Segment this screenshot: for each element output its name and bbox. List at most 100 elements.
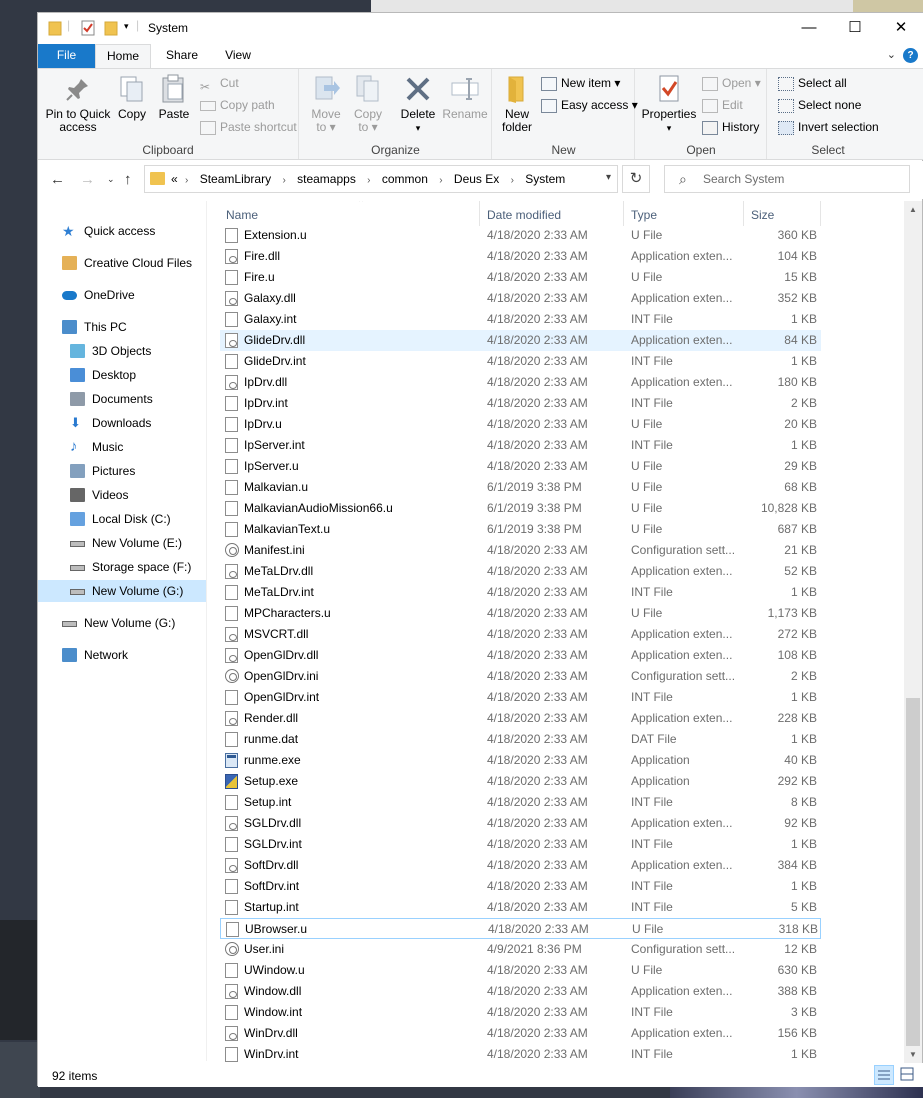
breadcrumb-steamlibrary[interactable]: SteamLibrary [200, 172, 271, 186]
search-box[interactable]: ⌕ [664, 165, 910, 193]
select-all-button[interactable]: Select all [778, 73, 847, 93]
nav-item-music[interactable]: ♪ Music [38, 436, 207, 458]
table-row[interactable]: Startup.int 4/18/2020 2:33 AM INT File 5 KB [220, 897, 821, 918]
table-row[interactable]: OpenGlDrv.dll 4/18/2020 2:33 AM Applicatio… [220, 645, 821, 666]
table-row[interactable]: Galaxy.int 4/18/2020 2:33 AM INT File 1 KB [220, 309, 821, 330]
cut-button[interactable]: ✂ Cut [200, 73, 239, 94]
customize-quick-access-icon[interactable]: ▾ [124, 21, 129, 32]
chevron-right-icon[interactable]: › [439, 175, 442, 186]
table-row[interactable]: Fire.dll 4/18/2020 2:33 AM Application ext… [220, 246, 821, 267]
breadcrumb-common[interactable]: common [382, 172, 428, 186]
up-arrow-icon[interactable]: ↑ [124, 171, 132, 188]
vertical-scrollbar[interactable]: ▲ ▼ [904, 201, 922, 1063]
nav-item-quick-access[interactable]: ★ Quick access [38, 220, 207, 242]
properties-check-icon[interactable] [80, 20, 96, 36]
table-row[interactable]: MSVCRT.dll 4/18/2020 2:33 AM Application e… [220, 624, 821, 645]
table-row[interactable]: OpenGlDrv.int 4/18/2020 2:33 AM INT File 1 … [220, 687, 821, 708]
table-row[interactable]: Malkavian.u 6/1/2019 3:38 PM U File 68 KB [220, 477, 821, 498]
move-to-button[interactable]: Move to ▾ [306, 73, 346, 134]
back-arrow-icon[interactable]: ← [50, 171, 65, 188]
recent-locations-chevron-icon[interactable]: ⌄ [107, 174, 115, 185]
table-row[interactable]: runme.dat 4/18/2020 2:33 AM DAT File 1 KB [220, 729, 821, 750]
table-row[interactable]: Window.dll 4/18/2020 2:33 AM Application e… [220, 981, 821, 1002]
maximize-button[interactable]: ☐ [832, 13, 878, 43]
address-bar[interactable]: « › SteamLibrary › steamapps › common › … [144, 165, 618, 193]
column-divider[interactable] [479, 201, 480, 226]
easy-access-button[interactable]: Easy access ▾ [541, 95, 638, 115]
table-row[interactable]: OpenGlDrv.ini 4/18/2020 2:33 AM Configurat… [220, 666, 821, 687]
delete-button[interactable]: Delete ▾ [396, 73, 440, 135]
tab-view[interactable]: View [213, 44, 263, 68]
table-row[interactable]: IpServer.int 4/18/2020 2:33 AM INT File 1 K… [220, 435, 821, 456]
edit-button[interactable]: Edit [702, 95, 743, 115]
table-row[interactable]: Galaxy.dll 4/18/2020 2:33 AM Application e… [220, 288, 821, 309]
table-row[interactable]: Setup.exe 4/18/2020 2:33 AM Application 292… [220, 771, 821, 792]
pin-to-quick-access-button[interactable]: Pin to Quick access [44, 73, 112, 134]
nav-item-new-volume-g[interactable]: New Volume (G:) [38, 580, 207, 602]
scrollbar-thumb[interactable] [906, 698, 920, 1046]
breadcrumb-steamapps[interactable]: steamapps [297, 172, 356, 186]
history-button[interactable]: History [702, 117, 759, 137]
table-row[interactable]: SoftDrv.int 4/18/2020 2:33 AM INT File 1 KB [220, 876, 821, 897]
nav-item-local-disk-c[interactable]: Local Disk (C:) [38, 508, 207, 530]
invert-selection-button[interactable]: Invert selection [778, 117, 879, 137]
pane-divider[interactable] [206, 201, 207, 1061]
table-row[interactable]: WinDrv.int 4/18/2020 2:33 AM INT File 1 KB [220, 1044, 821, 1063]
help-icon[interactable]: ? [903, 48, 918, 63]
tab-home[interactable]: Home [95, 44, 151, 68]
refresh-button[interactable]: ↻ [622, 165, 650, 193]
table-row[interactable]: Render.dll 4/18/2020 2:33 AM Application e… [220, 708, 821, 729]
column-name-header[interactable]: Name [226, 208, 258, 222]
copy-path-button[interactable]: Copy path [200, 95, 275, 115]
breadcrumb-system[interactable]: System [525, 172, 565, 186]
nav-item-videos[interactable]: Videos [38, 484, 207, 506]
forward-arrow-icon[interactable]: → [80, 171, 95, 188]
table-row[interactable]: GlideDrv.dll 4/18/2020 2:33 AM Application… [220, 330, 821, 351]
table-row[interactable]: WinDrv.dll 4/18/2020 2:33 AM Application e… [220, 1023, 821, 1044]
close-button[interactable]: ✕ [878, 13, 923, 43]
table-row[interactable]: UBrowser.u 4/18/2020 2:33 AM U File 318 KB [220, 918, 821, 939]
table-row[interactable]: runme.exe 4/18/2020 2:33 AM Application 40 … [220, 750, 821, 771]
nav-item-desktop[interactable]: Desktop [38, 364, 207, 386]
chevron-down-icon[interactable]: ▾ [606, 172, 611, 183]
table-row[interactable]: MalkavianAudioMission66.u 6/1/2019 3:38 P… [220, 498, 821, 519]
table-row[interactable]: GlideDrv.int 4/18/2020 2:33 AM INT File 1 K… [220, 351, 821, 372]
table-row[interactable]: IpDrv.dll 4/18/2020 2:33 AM Application ex… [220, 372, 821, 393]
breadcrumb-overflow[interactable]: « [171, 172, 178, 186]
copy-to-button[interactable]: Copy to ▾ [348, 73, 388, 134]
table-row[interactable]: SGLDrv.dll 4/18/2020 2:33 AM Application e… [220, 813, 821, 834]
column-size-header[interactable]: Size [751, 208, 774, 222]
new-item-button[interactable]: New item ▾ [541, 73, 620, 93]
column-divider[interactable] [623, 201, 624, 226]
select-none-button[interactable]: Select none [778, 95, 861, 115]
chevron-right-icon[interactable]: › [282, 175, 285, 186]
table-row[interactable]: IpDrv.u 4/18/2020 2:33 AM U File 20 KB [220, 414, 821, 435]
open-button[interactable]: Open ▾ [702, 73, 761, 93]
new-folder-icon[interactable] [104, 20, 118, 36]
table-row[interactable]: MeTaLDrv.dll 4/18/2020 2:33 AM Application… [220, 561, 821, 582]
nav-item-network[interactable]: Network [38, 644, 207, 666]
table-row[interactable]: MalkavianText.u 6/1/2019 3:38 PM U File 687… [220, 519, 821, 540]
chevron-down-icon[interactable]: ⌄ [887, 48, 896, 61]
nav-item-onedrive[interactable]: OneDrive [38, 284, 207, 306]
large-icons-view-button[interactable] [898, 1065, 918, 1085]
table-row[interactable]: Extension.u 4/18/2020 2:33 AM U File 360 KB [220, 225, 821, 246]
table-row[interactable]: Manifest.ini 4/18/2020 2:33 AM Configurati… [220, 540, 821, 561]
column-type-header[interactable]: Type [631, 208, 657, 222]
copy-button[interactable]: Copy [114, 73, 150, 121]
table-row[interactable]: MPCharacters.u 4/18/2020 2:33 AM U File 1,1… [220, 603, 821, 624]
table-row[interactable]: Setup.int 4/18/2020 2:33 AM INT File 8 KB [220, 792, 821, 813]
properties-button[interactable]: Properties ▾ [640, 73, 698, 135]
tab-share[interactable]: Share [155, 44, 209, 68]
table-row[interactable]: IpDrv.int 4/18/2020 2:33 AM INT File 2 KB [220, 393, 821, 414]
nav-item-new-volume-g[interactable]: New Volume (G:) [38, 612, 207, 634]
paste-shortcut-button[interactable]: Paste shortcut [200, 117, 297, 137]
nav-item-this-pc[interactable]: This PC [38, 316, 207, 338]
table-row[interactable]: MeTaLDrv.int 4/18/2020 2:33 AM INT File 1 K… [220, 582, 821, 603]
breadcrumb-deus-ex[interactable]: Deus Ex [454, 172, 499, 186]
column-divider[interactable] [820, 201, 821, 226]
nav-item-documents[interactable]: Documents [38, 388, 207, 410]
table-row[interactable]: UWindow.u 4/18/2020 2:33 AM U File 630 KB [220, 960, 821, 981]
paste-button[interactable]: Paste [154, 73, 194, 121]
tab-file[interactable]: File [38, 44, 95, 68]
